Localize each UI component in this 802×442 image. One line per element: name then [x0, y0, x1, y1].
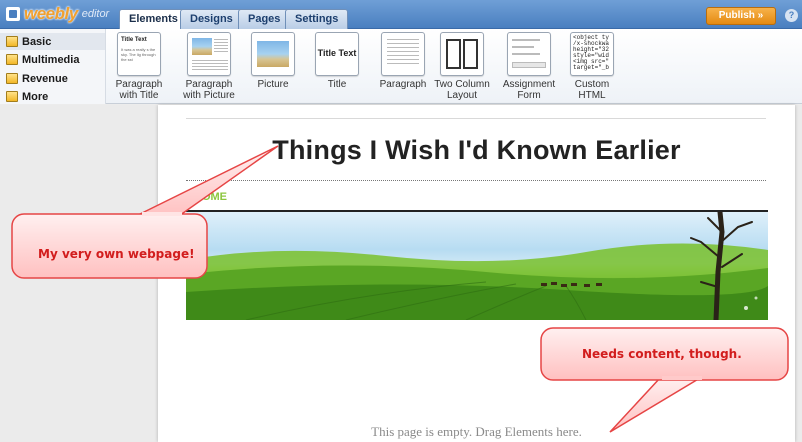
annotation-overlay	[11, 145, 789, 433]
callout-text-left: My very own webpage!	[38, 247, 195, 261]
callout-text-right: Needs content, though.	[582, 347, 742, 361]
callout-pointer	[137, 145, 279, 219]
callout-pointer	[609, 377, 703, 433]
callout-bubble-left	[11, 213, 208, 279]
